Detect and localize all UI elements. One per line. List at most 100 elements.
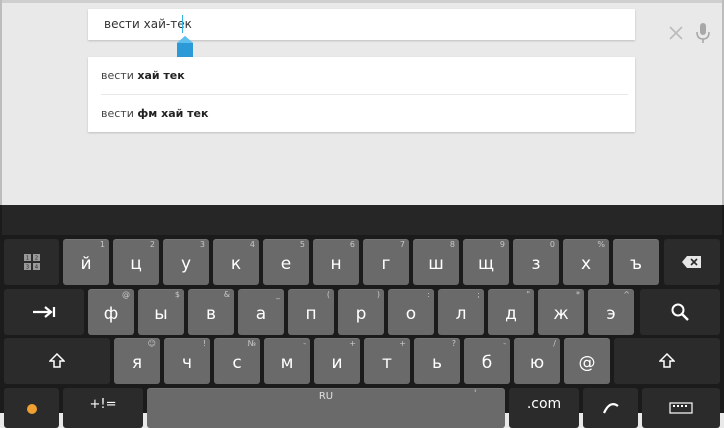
- grid-settings-icon: 1 2 3 4: [23, 254, 40, 271]
- tab-key[interactable]: [4, 289, 84, 335]
- key-row1-11[interactable]: ъ: [613, 239, 659, 285]
- space-key[interactable]: RU: [147, 388, 505, 428]
- onscreen-keyboard: 1 2 3 4 +!= RU .com 1 й 2 ц 3 у 4 к 5 е …: [0, 205, 724, 428]
- key-label: и: [331, 353, 343, 373]
- key-row3-2[interactable]: № с: [214, 338, 260, 384]
- key-hint: _: [276, 290, 280, 299]
- key-label: м: [280, 353, 294, 373]
- key-row3-0[interactable]: ☺ я: [114, 338, 160, 384]
- comma-hint: ': [474, 389, 477, 399]
- key-row2-6[interactable]: :о: [388, 289, 434, 335]
- key-label: й: [80, 254, 92, 274]
- key-row1-7[interactable]: 8ш: [413, 239, 459, 285]
- keyboard-settings-key[interactable]: 1 2 3 4: [4, 239, 59, 285]
- key-row3-8[interactable]: / ю: [514, 338, 560, 384]
- key-row3-1[interactable]: ! ч: [164, 338, 210, 384]
- key-hint: +: [399, 339, 406, 348]
- key-row2-10[interactable]: ^ э: [588, 289, 634, 335]
- suggestion-prefix: вести: [101, 69, 138, 82]
- key-hint: 9: [499, 240, 505, 249]
- shift-icon: [49, 353, 65, 368]
- microphone-icon[interactable]: [694, 21, 712, 45]
- key-hint: /: [553, 339, 556, 348]
- key-row1-2[interactable]: 3у: [163, 239, 209, 285]
- key-hint: $: [174, 290, 180, 299]
- shift-key-left[interactable]: [4, 338, 110, 384]
- key-row2-8[interactable]: " д: [488, 289, 534, 335]
- keyboard-hide-key[interactable]: [642, 388, 720, 428]
- key-label: ъ: [629, 254, 642, 274]
- key-label: о: [405, 304, 417, 324]
- suggestion-item[interactable]: вести фм хай тек: [101, 95, 621, 132]
- suggestion-prefix: вести: [101, 107, 138, 120]
- key-row2-4[interactable]: (п: [288, 289, 334, 335]
- key-label: л: [455, 304, 467, 324]
- swype-key[interactable]: [583, 388, 638, 428]
- key-label: ц: [130, 254, 142, 274]
- key-hint: +: [349, 339, 356, 348]
- svg-text:3: 3: [25, 265, 28, 271]
- key-row1-0[interactable]: 1й: [63, 239, 109, 285]
- key-label: ж: [553, 304, 569, 324]
- key-label: п: [305, 304, 317, 324]
- key-row3-7[interactable]: -б: [464, 338, 510, 384]
- backspace-key[interactable]: [664, 239, 720, 285]
- key-hint: 3: [199, 240, 205, 249]
- key-row2-7[interactable]: ; л: [438, 289, 484, 335]
- hand-key[interactable]: [4, 388, 59, 428]
- suggestion-bold: фм хай тек: [137, 107, 209, 120]
- symbols-key[interactable]: +!=: [63, 388, 143, 428]
- key-hint: 2: [149, 240, 155, 249]
- key-label: н: [330, 254, 342, 274]
- svg-text:2: 2: [34, 256, 37, 262]
- key-hint: 6: [349, 240, 355, 249]
- key-hint: -: [303, 339, 306, 348]
- symbols-key-label: +!=: [89, 396, 117, 412]
- key-row1-6[interactable]: 7г: [363, 239, 409, 285]
- key-label: х: [580, 254, 592, 274]
- key-row1-3[interactable]: 4к: [213, 239, 259, 285]
- key-row1-9[interactable]: 0з: [513, 239, 559, 285]
- key-row2-2[interactable]: & в: [188, 289, 234, 335]
- suggestion-item[interactable]: вести хай тек: [101, 57, 621, 94]
- key-label: а: [255, 304, 267, 324]
- key-label: ь: [431, 353, 443, 373]
- key-label: з: [531, 254, 541, 274]
- key-row2-5[interactable]: ) р: [338, 289, 384, 335]
- key-row3-9[interactable]: @: [564, 338, 610, 384]
- key-row1-10[interactable]: % х: [563, 239, 609, 285]
- search-key[interactable]: [640, 289, 720, 335]
- com-key-label: .com: [526, 396, 562, 412]
- key-row3-6[interactable]: ? ь: [414, 338, 460, 384]
- key-hint: 4: [249, 240, 255, 249]
- key-label: в: [205, 304, 217, 324]
- key-row1-4[interactable]: 5е: [263, 239, 309, 285]
- key-hint: *: [576, 290, 580, 299]
- key-row2-1[interactable]: $ ы: [138, 289, 184, 335]
- clear-icon[interactable]: [666, 23, 686, 43]
- com-key[interactable]: .com: [509, 388, 579, 428]
- svg-text:1: 1: [25, 256, 28, 262]
- language-label: RU: [318, 391, 334, 402]
- keyboard-header-strip: [2, 205, 722, 235]
- search-box[interactable]: вести хай-тек: [88, 9, 710, 43]
- key-row1-8[interactable]: 9щ: [463, 239, 509, 285]
- key-hint: 8: [449, 240, 455, 249]
- key-hint: №: [247, 339, 256, 348]
- backspace-icon: [682, 256, 701, 268]
- key-label: с: [232, 353, 242, 373]
- key-row2-0[interactable]: @ ф: [88, 289, 134, 335]
- key-row1-1[interactable]: 2ц: [113, 239, 159, 285]
- search-input[interactable]: вести хай-тек: [104, 17, 192, 31]
- key-row2-3[interactable]: _ а: [238, 289, 284, 335]
- key-label: ч: [181, 353, 193, 373]
- suggestion-list: вести хай тек вести фм хай тек: [88, 57, 635, 132]
- key-label: д: [505, 304, 517, 324]
- key-row2-9[interactable]: * ж: [538, 289, 584, 335]
- key-row3-3[interactable]: -м: [264, 338, 310, 384]
- key-row3-5[interactable]: + т: [364, 338, 410, 384]
- key-hint: 1: [99, 240, 105, 249]
- shift-key-right[interactable]: [614, 338, 720, 384]
- key-row3-4[interactable]: + и: [314, 338, 360, 384]
- key-row1-5[interactable]: 6н: [313, 239, 359, 285]
